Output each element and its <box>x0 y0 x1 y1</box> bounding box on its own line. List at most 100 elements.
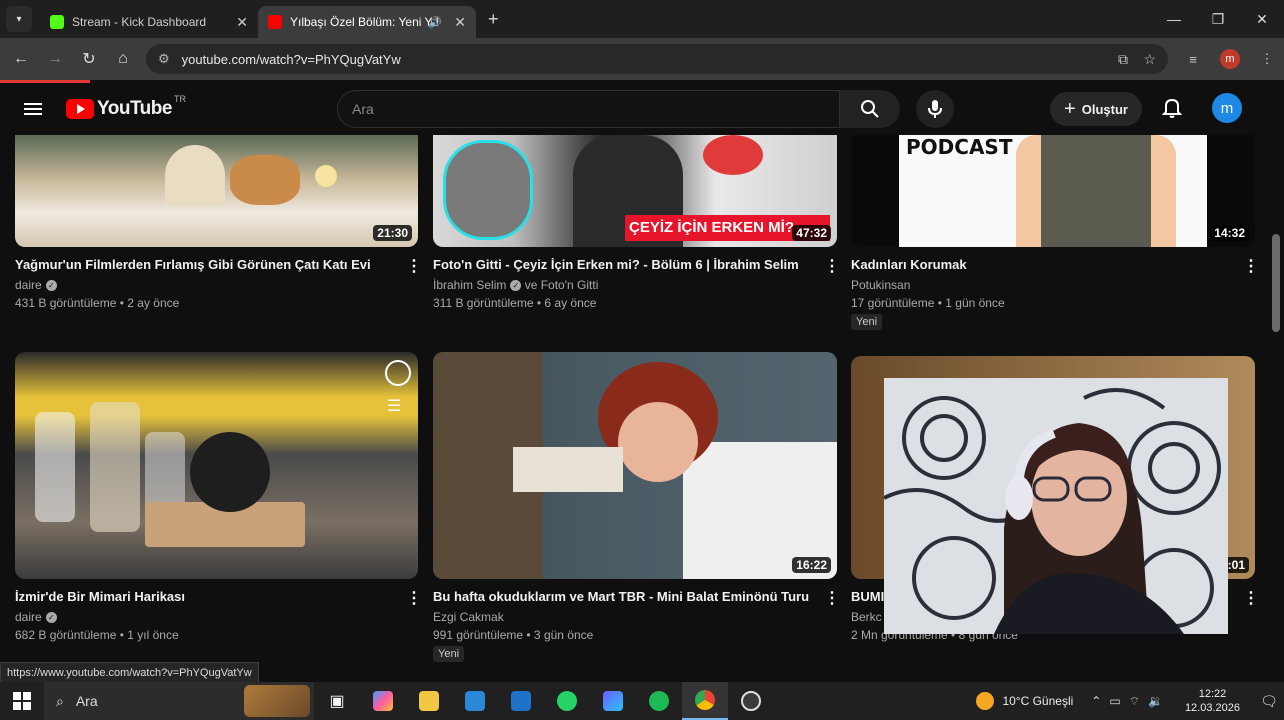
create-button[interactable]: + Oluştur <box>1050 92 1142 126</box>
bookmark-star-icon[interactable]: ☆ <box>1143 51 1156 68</box>
close-tab-icon[interactable]: ✕ <box>454 14 466 31</box>
new-badge: Yeni <box>433 646 465 662</box>
minimize-button[interactable]: — <box>1152 0 1196 38</box>
window-controls: — ❐ ✕ <box>1152 0 1284 38</box>
file-explorer-icon[interactable] <box>406 682 452 720</box>
spotify-icon[interactable] <box>636 682 682 720</box>
taskbar-search[interactable]: ⌕ Ara <box>44 682 314 720</box>
video-title[interactable]: Foto'n Gitti - Çeyiz İçin Erken mi? - Bö… <box>433 257 799 272</box>
clock-date: 12.03.2026 <box>1184 702 1240 714</box>
start-button[interactable] <box>0 692 44 710</box>
clock[interactable]: 12:22 12.03.2026 <box>1185 687 1240 715</box>
video-meta: 991 görüntüleme • 3 gün önce <box>433 628 594 642</box>
whatsapp-icon[interactable] <box>544 682 590 720</box>
maximize-button[interactable]: ❐ <box>1196 0 1240 38</box>
channel-name[interactable]: Potukinsan <box>851 278 910 292</box>
back-button[interactable]: ← <box>4 50 38 68</box>
watch-later-icon[interactable] <box>385 360 411 386</box>
chrome-icon[interactable] <box>682 682 728 720</box>
video-title[interactable]: Bu hafta okuduklarım ve Mart TBR - Mini … <box>433 589 809 604</box>
youtube-header: YouTube TR Ara + Oluştur m <box>0 83 1284 135</box>
install-app-icon[interactable]: ⧉ <box>1118 51 1128 68</box>
tab-kick-dashboard[interactable]: Stream - Kick Dashboard ✕ <box>40 6 258 38</box>
copilot-icon[interactable] <box>360 682 406 720</box>
add-to-queue-icon[interactable]: ☰ <box>387 396 401 416</box>
reload-button[interactable]: ↻ <box>72 49 106 69</box>
video-duration: 16:22 <box>792 557 831 573</box>
home-button[interactable]: ⌂ <box>106 50 140 68</box>
speaker-icon[interactable]: 🔊 <box>428 16 442 29</box>
video-meta: 431 B görüntüleme • 2 ay önce <box>15 296 180 310</box>
channel-name[interactable]: daire ✓ <box>15 278 57 292</box>
video-duration: 14:32 <box>1210 225 1249 241</box>
video-duration: 47:32 <box>792 225 831 241</box>
channel-name[interactable]: İbrahim Selim ✓ ve Foto'n Gitti <box>433 278 598 292</box>
channel-label: daire <box>15 610 42 624</box>
forward-button[interactable]: → <box>38 50 72 68</box>
address-toolbar: ← → ↻ ⌂ ⚙ youtube.com/watch?v=PhYQugVatY… <box>0 38 1284 80</box>
video-meta: 311 B görüntüleme • 6 ay önce <box>433 296 597 310</box>
video-thumbnail[interactable]: ÇEYİZ İÇİN ERKEN Mİ? 47:32 <box>433 135 837 247</box>
video-meta: 17 görüntüleme • 1 gün önce <box>851 296 1005 310</box>
voice-search-button[interactable] <box>916 90 954 128</box>
search-icon <box>861 100 879 118</box>
tab-youtube-video[interactable]: Yılbaşı Özel Bölüm: Yeni Yıl 🔊 ✕ <box>258 6 476 38</box>
more-options-icon[interactable]: ⋮ <box>1243 588 1259 608</box>
microsoft-store-icon[interactable] <box>452 682 498 720</box>
close-window-button[interactable]: ✕ <box>1240 0 1284 38</box>
windows-logo-icon <box>13 692 31 710</box>
reading-list-icon[interactable]: ≡ <box>1176 52 1210 67</box>
video-thumbnail[interactable]: ☰ <box>15 352 418 579</box>
system-tray: 10°C Güneşli ⌃ ▭ ⌔ 🔉 12:22 12.03.2026 🗨 <box>976 682 1284 720</box>
webcam-image <box>884 378 1228 634</box>
video-thumbnail[interactable]: 16:22 <box>433 352 837 579</box>
url-text: youtube.com/watch?v=PhYQugVatYw <box>181 51 401 67</box>
video-title[interactable]: Kadınları Korumak <box>851 257 967 272</box>
notification-center-icon[interactable]: 🗨 <box>1254 693 1284 710</box>
windows-taskbar: ⌕ Ara ▣ 10°C Güneşli ⌃ ▭ ⌔ 🔉 12:22 12.03… <box>0 682 1284 720</box>
youtube-logo[interactable]: YouTube TR <box>66 94 186 120</box>
volume-icon[interactable]: 🔉 <box>1148 694 1163 708</box>
search-input[interactable]: Ara <box>337 90 840 128</box>
show-hidden-icons-chevron-icon[interactable]: ⌃ <box>1091 694 1101 708</box>
region-code: TR <box>173 94 186 104</box>
video-title[interactable]: BUMI <box>851 589 884 604</box>
page-scrollbar[interactable] <box>1272 234 1280 332</box>
recorder-app-icon[interactable] <box>728 682 774 720</box>
channel-name[interactable]: Berkc <box>851 610 882 624</box>
account-avatar[interactable]: m <box>1212 93 1242 123</box>
close-tab-icon[interactable]: ✕ <box>236 14 248 31</box>
hamburger-menu-icon[interactable] <box>24 100 42 118</box>
battery-icon[interactable]: ▭ <box>1109 694 1120 708</box>
more-options-icon[interactable]: ⋮ <box>406 256 422 276</box>
video-title[interactable]: İzmir'de Bir Mimari Harikası <box>15 589 185 604</box>
mail-icon[interactable] <box>498 682 544 720</box>
browser-tab-bar: ▾ Stream - Kick Dashboard ✕ Yılbaşı Özel… <box>0 0 1284 38</box>
search-button[interactable] <box>840 90 900 128</box>
tab-title: Yılbaşı Özel Bölüm: Yeni Yıl <box>290 15 439 29</box>
tab-search-menu-button[interactable]: ▾ <box>6 6 32 32</box>
site-info-icon[interactable]: ⚙ <box>158 51 170 67</box>
video-thumbnail[interactable]: 21:30 <box>15 135 418 247</box>
video-thumbnail[interactable]: PODCAST 14:32 <box>851 135 1255 247</box>
task-view-icon[interactable]: ▣ <box>314 682 360 720</box>
channel-name[interactable]: daire ✓ <box>15 610 57 624</box>
profile-avatar[interactable]: m <box>1220 49 1240 69</box>
video-title[interactable]: Yağmur'un Filmlerden Fırlamış Gibi Görün… <box>15 257 371 272</box>
more-options-icon[interactable]: ⋮ <box>824 588 840 608</box>
new-tab-button[interactable]: + <box>488 9 499 30</box>
notifications-button[interactable] <box>1161 97 1183 124</box>
sun-icon <box>976 692 995 710</box>
microsoft-365-icon[interactable] <box>590 682 636 720</box>
channel-name[interactable]: Ezgi Cakmak <box>433 610 504 624</box>
create-label: Oluştur <box>1081 101 1128 117</box>
more-options-icon[interactable]: ⋮ <box>1243 256 1259 276</box>
weather-widget[interactable]: 10°C Güneşli <box>976 692 1073 710</box>
browser-menu-icon[interactable]: ⋮ <box>1250 51 1284 67</box>
verified-icon: ✓ <box>45 280 57 292</box>
url-bar[interactable]: ⚙ youtube.com/watch?v=PhYQugVatYw ⧉ ☆ <box>146 44 1168 74</box>
search-highlight-image <box>244 685 310 717</box>
more-options-icon[interactable]: ⋮ <box>406 588 422 608</box>
network-icon[interactable]: ⌔ <box>1129 694 1140 709</box>
more-options-icon[interactable]: ⋮ <box>824 256 840 276</box>
